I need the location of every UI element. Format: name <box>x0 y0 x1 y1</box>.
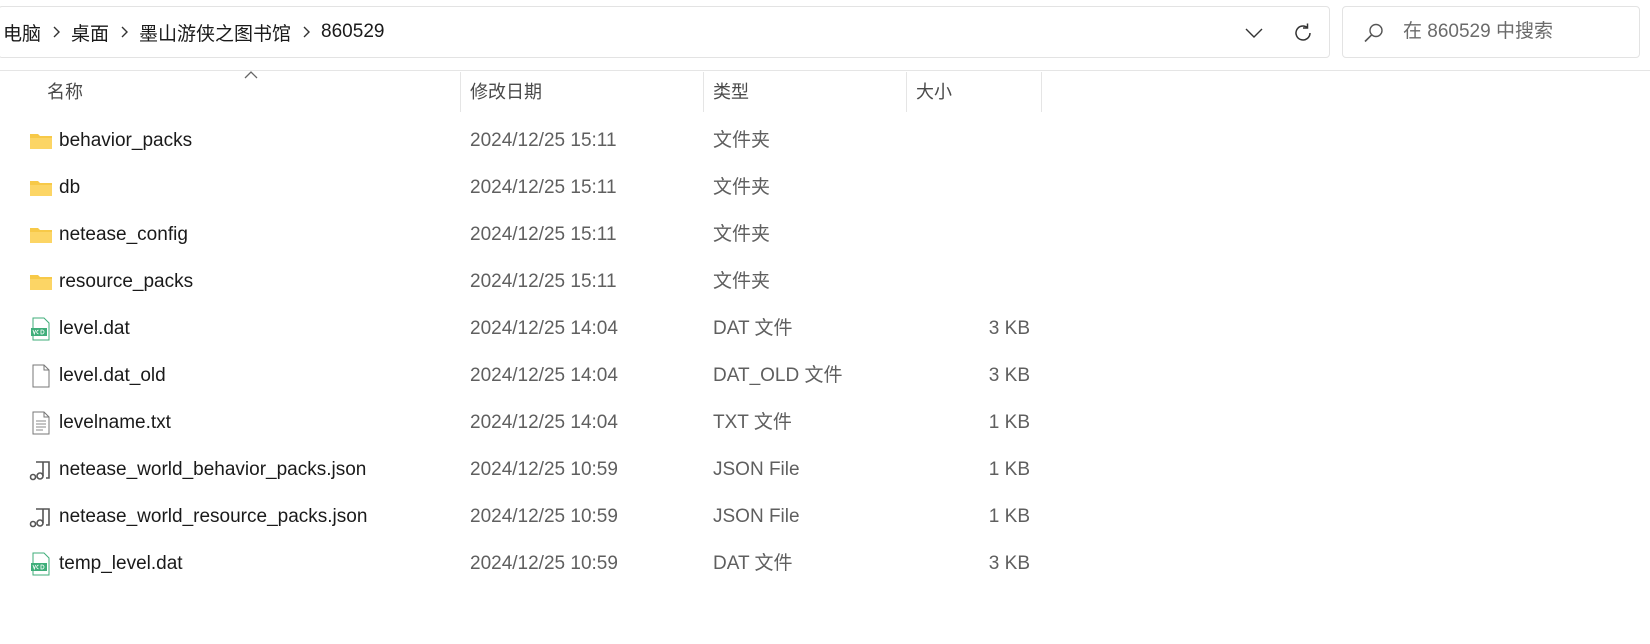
file-size <box>878 166 1030 210</box>
file-row[interactable]: netease_world_resource_packs.json 2024/1… <box>18 495 1038 539</box>
text-file-icon <box>29 411 53 435</box>
search-icon <box>1364 23 1383 43</box>
refresh-icon[interactable] <box>1291 21 1315 45</box>
column-divider[interactable] <box>1041 72 1042 112</box>
folder-icon <box>29 176 53 200</box>
file-type: TXT 文件 <box>713 412 792 433</box>
folder-icon <box>29 270 53 294</box>
file-modified: 2024/12/25 15:11 <box>470 224 617 245</box>
file-type: 文件夹 <box>713 271 771 292</box>
chevron-right-icon[interactable] <box>113 7 135 57</box>
file-size: 3 KB <box>988 365 1030 386</box>
file-modified: 2024/12/25 14:04 <box>470 365 618 386</box>
file-row[interactable]: resource_packs 2024/12/25 15:11 文件夹 <box>18 260 1038 304</box>
file-size <box>878 213 1030 257</box>
search-input[interactable]: 在 860529 中搜索 <box>1342 6 1640 58</box>
file-name: behavior_packs <box>59 130 193 151</box>
file-size: 3 KB <box>988 318 1030 339</box>
file-modified: 2024/12/25 14:04 <box>470 412 618 433</box>
file-type: 文件夹 <box>713 224 771 245</box>
file-name: temp_level.dat <box>59 553 183 574</box>
file-row[interactable]: temp_level.dat 2024/12/25 10:59 DAT 文件 3… <box>18 542 1038 586</box>
vcd-file-icon <box>29 317 53 341</box>
file-row[interactable]: level.dat 2024/12/25 14:04 DAT 文件 3 KB <box>18 307 1038 351</box>
file-name: netease_world_behavior_packs.json <box>59 459 367 480</box>
file-type: DAT 文件 <box>713 553 793 574</box>
folder-icon <box>29 223 53 247</box>
address-bar[interactable]: 电脑 桌面 墨山游侠之图书馆 860529 <box>0 6 1330 58</box>
column-divider[interactable] <box>906 72 907 112</box>
file-name: level.dat_old <box>59 365 166 386</box>
column-divider[interactable] <box>703 72 704 112</box>
json-file-icon <box>29 458 53 482</box>
column-header-name[interactable]: 名称 <box>47 72 83 112</box>
file-size <box>878 260 1030 304</box>
chevron-down-icon[interactable] <box>1242 21 1266 45</box>
column-divider[interactable] <box>460 72 461 112</box>
file-type: DAT_OLD 文件 <box>713 365 843 386</box>
file-modified: 2024/12/25 15:11 <box>470 271 617 292</box>
file-name: db <box>59 177 81 198</box>
file-name: levelname.txt <box>59 412 171 433</box>
search-placeholder: 在 860529 中搜索 <box>1403 21 1553 42</box>
file-type: DAT 文件 <box>713 318 793 339</box>
breadcrumb-item-current[interactable]: 860529 <box>317 21 388 43</box>
file-row[interactable]: netease_config 2024/12/25 15:11 文件夹 <box>18 213 1038 257</box>
file-modified: 2024/12/25 14:04 <box>470 318 618 339</box>
breadcrumb-item-computer[interactable]: 电脑 <box>0 19 45 46</box>
file-name: level.dat <box>59 318 130 339</box>
blank-file-icon <box>29 364 53 388</box>
breadcrumb: 电脑 桌面 墨山游侠之图书馆 860529 <box>0 7 388 57</box>
json-file-icon <box>29 505 53 529</box>
column-header-type[interactable]: 类型 <box>713 72 749 112</box>
column-header-modified[interactable]: 修改日期 <box>470 72 542 112</box>
file-name: netease_world_resource_packs.json <box>59 506 368 527</box>
file-row[interactable]: level.dat_old 2024/12/25 14:04 DAT_OLD 文… <box>18 354 1038 398</box>
chevron-right-icon[interactable] <box>45 7 67 57</box>
file-row[interactable]: netease_world_behavior_packs.json 2024/1… <box>18 448 1038 492</box>
file-size: 3 KB <box>988 553 1030 574</box>
file-name: resource_packs <box>59 271 194 292</box>
file-row[interactable]: levelname.txt 2024/12/25 14:04 TXT 文件 1 … <box>18 401 1038 445</box>
column-header-size[interactable]: 大小 <box>916 72 952 112</box>
file-modified: 2024/12/25 10:59 <box>470 459 618 480</box>
vcd-file-icon <box>29 552 53 576</box>
file-type: 文件夹 <box>713 177 771 198</box>
file-name: netease_config <box>59 224 188 245</box>
breadcrumb-item-desktop[interactable]: 桌面 <box>67 19 113 46</box>
sort-ascending-icon <box>244 71 258 79</box>
file-row[interactable]: db 2024/12/25 15:11 文件夹 <box>18 166 1038 210</box>
chevron-right-icon[interactable] <box>295 7 317 57</box>
folder-icon <box>29 129 53 153</box>
file-modified: 2024/12/25 10:59 <box>470 553 618 574</box>
file-size: 1 KB <box>988 412 1030 433</box>
file-modified: 2024/12/25 15:11 <box>470 130 617 151</box>
breadcrumb-item-library[interactable]: 墨山游侠之图书馆 <box>135 19 295 46</box>
file-size: 1 KB <box>988 459 1030 480</box>
file-row[interactable]: behavior_packs 2024/12/25 15:11 文件夹 <box>18 119 1038 163</box>
file-type: 文件夹 <box>713 130 771 151</box>
file-size <box>878 119 1030 163</box>
file-size: 1 KB <box>988 506 1030 527</box>
file-modified: 2024/12/25 15:11 <box>470 177 617 198</box>
file-type: JSON File <box>713 506 800 527</box>
file-type: JSON File <box>713 459 800 480</box>
file-modified: 2024/12/25 10:59 <box>470 506 618 527</box>
